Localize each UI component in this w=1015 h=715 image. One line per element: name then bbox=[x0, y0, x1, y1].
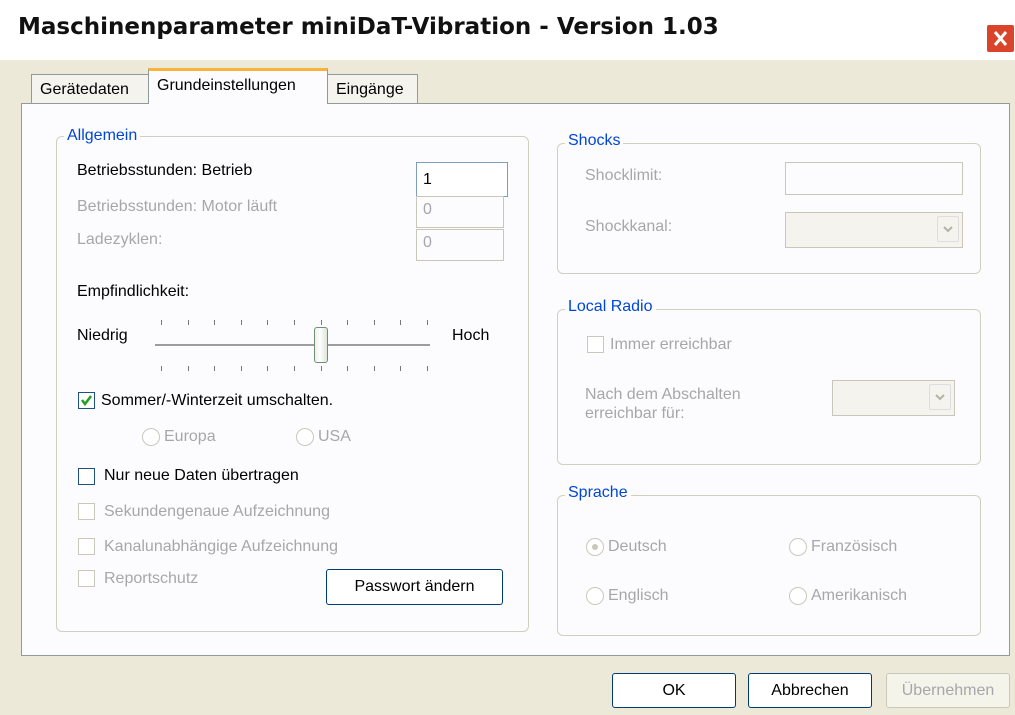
franzoesisch-radio bbox=[789, 538, 807, 556]
shockkanal-label: Shockkanal: bbox=[585, 218, 673, 235]
empfindlichkeit-slider[interactable] bbox=[151, 318, 434, 376]
slider-tick bbox=[347, 366, 349, 371]
slider-tick bbox=[267, 320, 269, 325]
slider-tick bbox=[294, 366, 295, 371]
slider-tick bbox=[373, 320, 375, 325]
sommerzeit-label: Sommer/-Winterzeit umschalten. bbox=[101, 392, 334, 409]
slider-tick bbox=[400, 320, 402, 325]
slider-tick bbox=[320, 320, 322, 325]
betriebsstunden-motor-field: 0 bbox=[416, 196, 504, 228]
sommerzeit-checkbox[interactable] bbox=[78, 392, 95, 409]
ladezyklen-field: 0 bbox=[416, 229, 504, 261]
usa-label: USA bbox=[318, 428, 351, 445]
slider-tick bbox=[187, 366, 189, 371]
shocklimit-field bbox=[785, 162, 963, 195]
englisch-radio bbox=[586, 587, 604, 605]
kanalunabhaengig-label: Kanalunabhängige Aufzeichnung bbox=[104, 538, 338, 555]
amerikanisch-radio bbox=[789, 587, 807, 605]
slider-high-label: Hoch bbox=[452, 327, 490, 344]
betriebsstunden-betrieb-label: Betriebsstunden: Betrieb bbox=[77, 162, 253, 179]
chevron-down-icon bbox=[937, 216, 959, 242]
tab-eingaenge[interactable]: Eingänge bbox=[327, 74, 418, 104]
close-icon bbox=[993, 31, 1008, 46]
slider-tick bbox=[427, 320, 428, 325]
immer-erreichbar-checkbox bbox=[587, 336, 604, 353]
slider-tick bbox=[347, 320, 349, 325]
betriebsstunden-motor-label: Betriebsstunden: Motor läuft bbox=[77, 198, 278, 215]
apply-button: Übernehmen bbox=[886, 673, 1010, 708]
sekundengenau-label: Sekundengenaue Aufzeichnung bbox=[104, 503, 330, 520]
tab-grundeinstellungen[interactable]: Grundeinstellungen bbox=[148, 68, 328, 104]
amerikanisch-label: Amerikanisch bbox=[811, 587, 908, 604]
tab-geraetedaten[interactable]: Gerätedaten bbox=[31, 74, 149, 104]
group-sprache bbox=[557, 495, 981, 636]
slider-tick bbox=[320, 366, 322, 371]
nur-neue-daten-label: Nur neue Daten übertragen bbox=[104, 467, 299, 484]
slider-tick bbox=[214, 366, 216, 371]
ok-button[interactable]: OK bbox=[612, 673, 736, 708]
shocklimit-label: Shocklimit: bbox=[585, 167, 663, 184]
close-button[interactable] bbox=[986, 24, 1015, 53]
franzoesisch-label: Französisch bbox=[811, 538, 898, 555]
erreichbar-select bbox=[832, 380, 955, 416]
slider-tick bbox=[400, 366, 402, 371]
europa-radio bbox=[142, 428, 160, 446]
slider-tick bbox=[267, 366, 269, 371]
nach-abschalten-label-2: erreichbar für: bbox=[585, 405, 685, 422]
empfindlichkeit-label: Empfindlichkeit: bbox=[77, 283, 190, 300]
reportschutz-checkbox bbox=[78, 570, 95, 587]
slider-tick bbox=[294, 320, 295, 325]
deutsch-label: Deutsch bbox=[608, 538, 667, 555]
legend-allgemein: Allgemein bbox=[64, 127, 141, 145]
slider-tick bbox=[161, 366, 162, 371]
legend-shocks: Shocks bbox=[565, 132, 624, 150]
slider-tick bbox=[240, 366, 242, 371]
usa-radio bbox=[296, 428, 314, 446]
legend-sprache: Sprache bbox=[565, 484, 631, 502]
slider-track bbox=[155, 344, 430, 347]
deutsch-radio bbox=[586, 538, 604, 556]
slider-tick bbox=[427, 366, 428, 371]
passwort-aendern-button[interactable]: Passwort ändern bbox=[326, 569, 503, 605]
slider-tick bbox=[161, 320, 162, 325]
shockkanal-select bbox=[785, 212, 963, 248]
legend-local-radio: Local Radio bbox=[565, 298, 656, 316]
slider-low-label: Niedrig bbox=[77, 327, 128, 344]
betriebsstunden-betrieb-field[interactable]: 1 bbox=[416, 162, 508, 197]
ladezyklen-label: Ladezyklen: bbox=[77, 231, 163, 248]
cancel-button[interactable]: Abbrechen bbox=[748, 673, 872, 708]
checkmark-icon bbox=[81, 395, 92, 407]
nach-abschalten-label-1: Nach dem Abschalten bbox=[585, 386, 741, 403]
slider-tick bbox=[187, 320, 189, 325]
slider-tick bbox=[240, 320, 242, 325]
chevron-down-icon bbox=[929, 384, 951, 410]
reportschutz-label: Reportschutz bbox=[104, 570, 199, 587]
window-title: Maschinenparameter miniDaT-Vibration - V… bbox=[18, 14, 719, 40]
immer-erreichbar-label: Immer erreichbar bbox=[610, 336, 732, 353]
slider-tick bbox=[373, 366, 375, 371]
nur-neue-daten-checkbox[interactable] bbox=[78, 468, 95, 485]
europa-label: Europa bbox=[164, 428, 216, 445]
kanalunabhaengig-checkbox bbox=[78, 538, 95, 555]
slider-thumb[interactable] bbox=[313, 327, 328, 363]
englisch-label: Englisch bbox=[608, 587, 669, 604]
sekundengenau-checkbox bbox=[78, 503, 95, 520]
slider-tick bbox=[214, 320, 216, 325]
